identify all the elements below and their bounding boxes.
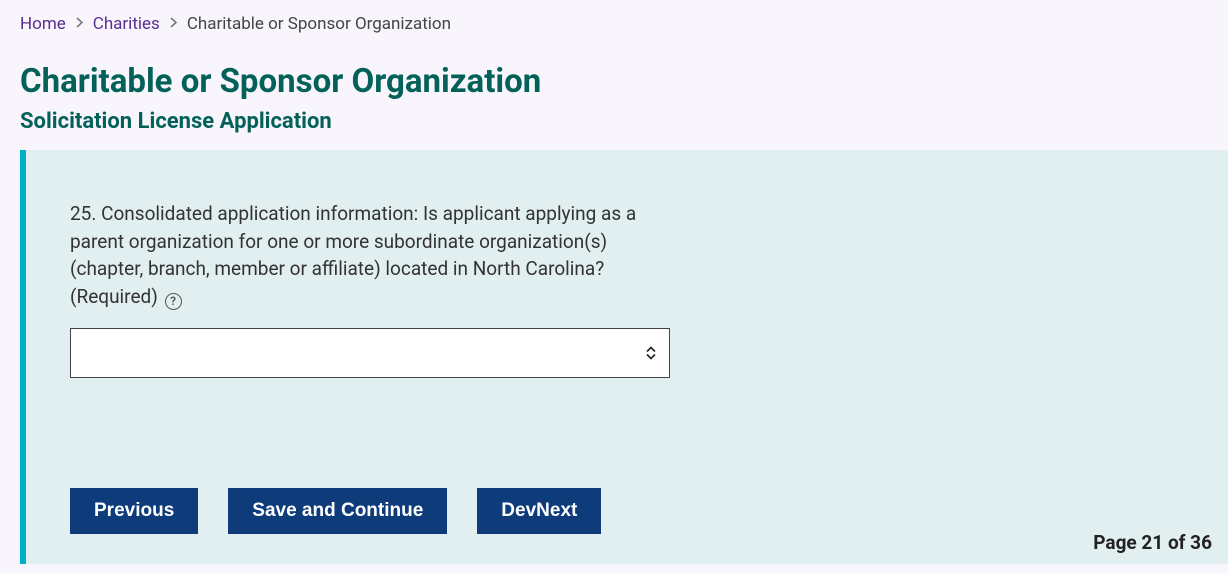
- consolidated-application-select[interactable]: [70, 328, 670, 378]
- select-wrap: [70, 328, 670, 378]
- breadcrumb-charities[interactable]: Charities: [93, 14, 160, 34]
- save-continue-button[interactable]: Save and Continue: [228, 488, 447, 534]
- question-label: 25. Consolidated application information…: [70, 200, 670, 310]
- breadcrumb-current: Charitable or Sponsor Organization: [187, 14, 451, 34]
- page-subtitle: Solicitation License Application: [0, 105, 1228, 150]
- page-title: Charitable or Sponsor Organization: [0, 44, 1228, 105]
- devnext-button[interactable]: DevNext: [477, 488, 601, 534]
- page-indicator: Page 21 of 36: [1093, 531, 1212, 554]
- form-panel: 25. Consolidated application information…: [20, 150, 1228, 564]
- question-text: 25. Consolidated application information…: [70, 202, 636, 308]
- help-icon[interactable]: ?: [165, 293, 182, 310]
- button-row: Previous Save and Continue DevNext: [70, 488, 1184, 534]
- previous-button[interactable]: Previous: [70, 488, 198, 534]
- chevron-right-icon: [76, 16, 83, 32]
- breadcrumb-home[interactable]: Home: [20, 14, 66, 34]
- chevron-right-icon: [170, 16, 177, 32]
- breadcrumb: Home Charities Charitable or Sponsor Org…: [0, 0, 1228, 44]
